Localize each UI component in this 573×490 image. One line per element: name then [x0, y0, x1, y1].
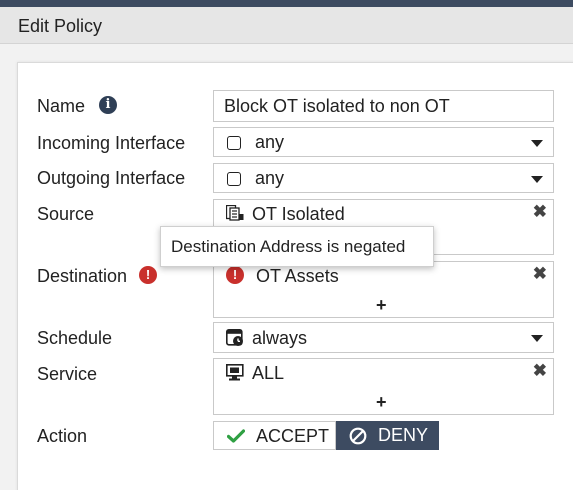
deny-icon	[349, 427, 367, 445]
incoming-interface-value: any	[255, 132, 285, 152]
tooltip-text: Destination Address is negated	[171, 237, 406, 256]
destination-field[interactable]: ! OT Assets ✖ +	[213, 261, 554, 318]
source-label: Source	[37, 204, 95, 224]
interface-icon	[227, 136, 241, 150]
remove-destination-icon[interactable]: ✖	[533, 265, 547, 283]
schedule-value: always	[252, 328, 308, 348]
name-input[interactable]: Block OT isolated to non OT	[213, 90, 554, 122]
info-icon[interactable]: i	[99, 96, 117, 114]
deny-button[interactable]: DENY	[336, 421, 439, 450]
outgoing-interface-value: any	[255, 168, 285, 188]
name-label: Name	[37, 96, 86, 116]
source-entry[interactable]: OT Isolated	[214, 200, 553, 226]
service-field[interactable]: ALL ✖ +	[213, 358, 554, 415]
checkmark-icon	[227, 429, 245, 443]
destination-label: Destination	[37, 266, 128, 286]
add-destination-icon[interactable]: +	[376, 296, 387, 314]
action-label: Action	[37, 426, 88, 446]
accept-button-label: ACCEPT	[256, 426, 330, 446]
service-entry-label: ALL	[252, 363, 285, 383]
remove-service-icon[interactable]: ✖	[533, 362, 547, 380]
incoming-interface-select[interactable]: any	[213, 127, 554, 157]
destination-negated-icon[interactable]: !	[139, 266, 157, 284]
interface-icon	[227, 172, 241, 186]
outgoing-interface-label: Outgoing Interface	[37, 168, 186, 188]
negation-tooltip: Destination Address is negated	[160, 226, 434, 267]
service-label: Service	[37, 364, 98, 384]
deny-button-label: DENY	[378, 425, 429, 445]
page-title: Edit Policy	[18, 16, 103, 36]
schedule-select[interactable]: always	[213, 322, 554, 353]
outgoing-interface-select[interactable]: any	[213, 163, 554, 193]
address-group-icon	[226, 205, 244, 221]
chevron-down-icon	[531, 335, 543, 342]
name-input-value: Block OT isolated to non OT	[224, 96, 450, 116]
schedule-clock-icon	[226, 329, 243, 346]
service-entry[interactable]: ALL	[214, 359, 553, 385]
incoming-interface-label: Incoming Interface	[37, 133, 186, 153]
schedule-label: Schedule	[37, 328, 113, 348]
accept-button[interactable]: ACCEPT	[213, 421, 336, 450]
negated-address-icon: !	[226, 266, 244, 284]
destination-entry-label: OT Assets	[256, 266, 339, 286]
add-service-icon[interactable]: +	[376, 393, 387, 411]
chevron-down-icon	[531, 140, 543, 147]
source-entry-label: OT Isolated	[252, 204, 345, 224]
service-icon	[226, 364, 244, 381]
title-bar: Edit Policy	[0, 7, 573, 44]
top-bar	[0, 0, 573, 7]
chevron-down-icon	[531, 176, 543, 183]
remove-source-icon[interactable]: ✖	[533, 203, 547, 221]
